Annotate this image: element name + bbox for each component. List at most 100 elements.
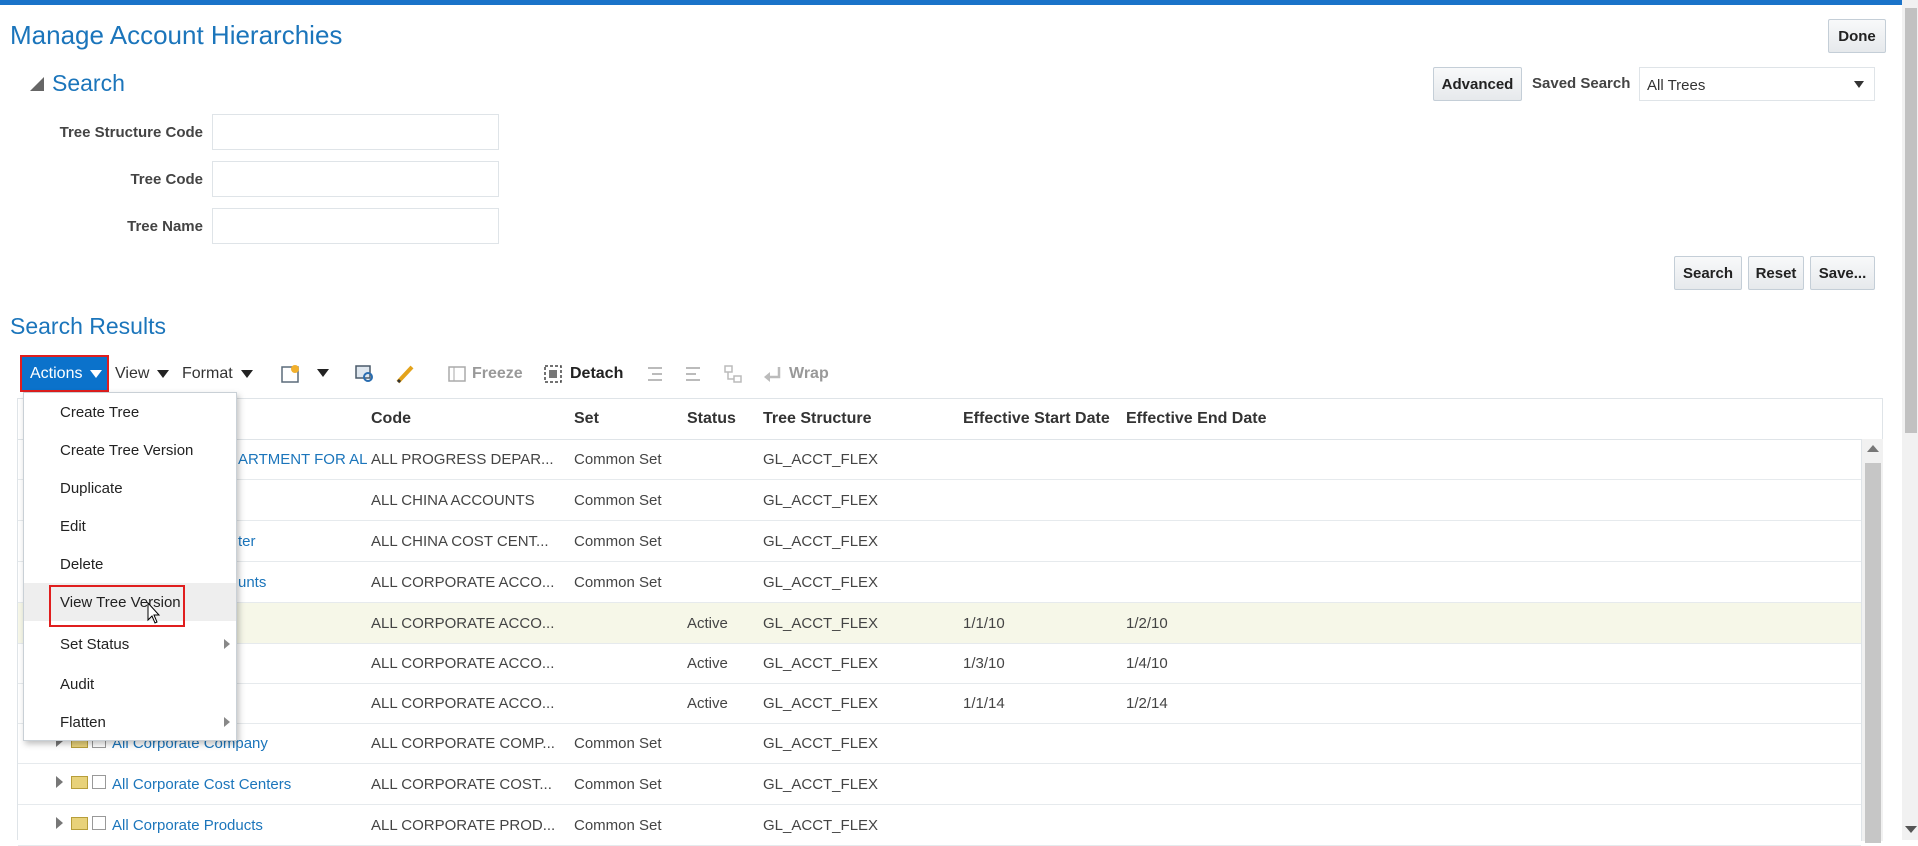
set-cell: Common Set [574, 574, 662, 591]
menu-item-audit[interactable]: Audit [24, 665, 236, 703]
start-date-cell: 1/1/10 [963, 615, 1005, 632]
detach-icon[interactable] [542, 363, 564, 385]
tree-structure-code-label: Tree Structure Code [59, 124, 203, 141]
top-accent-bar [0, 0, 1918, 5]
set-cell: Common Set [574, 817, 662, 834]
tree-structure-cell: GL_ACCT_FLEX [763, 492, 879, 509]
reset-button[interactable]: Reset [1748, 256, 1804, 290]
mouse-pointer-icon [147, 602, 161, 624]
tree-name-link[interactable]: All Corporate Cost Centers [112, 776, 291, 793]
folder-icon [71, 775, 88, 789]
start-date-cell: 1/1/14 [963, 695, 1005, 712]
code-cell: ALL CORPORATE ACCO... [371, 574, 555, 591]
menu-item-flatten[interactable]: Flatten [24, 703, 236, 741]
table-header: Code Set Status Tree Structure Effective… [18, 399, 1861, 440]
tree-name-link[interactable]: All Corporate Products [112, 817, 263, 834]
saved-search-label: Saved Search [1532, 75, 1631, 92]
tree-structure-cell: GL_ACCT_FLEX [763, 533, 879, 550]
start-date-cell: 1/3/10 [963, 655, 1005, 672]
tree-structure-code-input[interactable] [212, 114, 499, 150]
wrap-icon [764, 367, 781, 382]
expand-triangle-icon[interactable] [56, 776, 63, 788]
scrollbar-thumb[interactable] [1905, 8, 1917, 433]
menu-item-label: Audit [60, 676, 95, 693]
code-cell: ALL CORPORATE COMP... [371, 735, 555, 752]
new-row-icon[interactable] [280, 363, 302, 385]
tree-name-link[interactable]: ter [238, 533, 256, 550]
search-results-heading: Search Results [10, 313, 166, 339]
freeze-icon [448, 366, 466, 382]
column-header-effective-start-date[interactable]: Effective Start Date [963, 410, 1110, 428]
view-menu-button[interactable]: View [115, 365, 170, 383]
query-by-example-icon[interactable] [354, 363, 376, 385]
page-vertical-scrollbar[interactable] [1902, 0, 1918, 840]
table-row-selected[interactable]: ALL CORPORATE ACCO... Active GL_ACCT_FLE… [18, 603, 1861, 644]
table-row[interactable]: unts ALL CORPORATE ACCO... Common Set GL… [18, 562, 1861, 603]
table-row[interactable]: ter ALL CHINA COST CENT... Common Set GL… [18, 521, 1861, 562]
advanced-button[interactable]: Advanced [1433, 67, 1522, 101]
tree-name-input[interactable] [212, 208, 499, 244]
edit-pencil-icon[interactable] [394, 363, 416, 385]
scroll-down-icon[interactable] [1905, 826, 1917, 833]
column-header-status[interactable]: Status [687, 410, 736, 428]
column-header-code[interactable]: Code [371, 410, 411, 428]
table-vertical-scrollbar[interactable] [1861, 439, 1883, 843]
code-cell: ALL CORPORATE ACCO... [371, 655, 555, 672]
tree-structure-cell: GL_ACCT_FLEX [763, 776, 879, 793]
menu-item-edit[interactable]: Edit [24, 507, 236, 545]
end-date-cell: 1/2/14 [1126, 695, 1168, 712]
tree-name-link[interactable]: unts [238, 574, 266, 591]
expand-triangle-icon[interactable] [56, 817, 63, 829]
row-checkbox[interactable] [92, 816, 106, 830]
menu-item-label: Flatten [60, 714, 106, 731]
menu-item-set-status[interactable]: Set Status [24, 625, 236, 663]
freeze-button: Freeze [472, 365, 523, 382]
tree-code-input[interactable] [212, 161, 499, 197]
menu-item-create-tree-version[interactable]: Create Tree Version [24, 431, 236, 469]
chevron-down-icon [157, 370, 170, 378]
done-button[interactable]: Done [1828, 19, 1886, 53]
menu-item-label: Delete [60, 556, 104, 573]
table-row[interactable]: ARTMENT FOR AL ALL PROGRESS DEPAR... Com… [18, 439, 1861, 480]
table-row[interactable]: All Corporate Cost Centers ALL CORPORATE… [18, 764, 1861, 805]
set-cell: Common Set [574, 492, 662, 509]
code-cell: ALL CHINA COST CENT... [371, 533, 549, 550]
search-section-toggle[interactable]: Search [30, 70, 125, 97]
submenu-arrow-icon [224, 717, 230, 727]
detach-button[interactable]: Detach [570, 365, 623, 383]
actions-menu-button[interactable]: Actions [20, 355, 109, 392]
row-checkbox[interactable] [92, 775, 106, 789]
code-cell: ALL CORPORATE COST... [371, 776, 552, 793]
format-label: Format [182, 365, 233, 382]
set-cell: Common Set [574, 735, 662, 752]
tree-structure-cell: GL_ACCT_FLEX [763, 735, 879, 752]
scroll-up-icon[interactable] [1867, 445, 1879, 452]
chevron-down-icon [240, 370, 253, 378]
column-header-set[interactable]: Set [574, 410, 599, 428]
outdent-icon [686, 367, 700, 381]
annotation-highlight-box [49, 585, 185, 627]
column-header-effective-end-date[interactable]: Effective End Date [1126, 410, 1266, 428]
menu-item-delete[interactable]: Delete [24, 545, 236, 583]
end-date-cell: 1/4/10 [1126, 655, 1168, 672]
format-menu-button[interactable]: Format [182, 365, 253, 383]
saved-search-value: All Trees [1647, 77, 1706, 94]
menu-item-create-tree[interactable]: Create Tree [24, 393, 236, 431]
wrap-button: Wrap [789, 365, 829, 382]
table-row[interactable]: ALL CORPORATE ACCO... Active GL_ACCT_FLE… [18, 643, 1861, 684]
status-cell: Active [687, 695, 728, 712]
tree-structure-cell: GL_ACCT_FLEX [763, 574, 879, 591]
save-search-button[interactable]: Save... [1810, 256, 1875, 290]
column-header-tree-structure[interactable]: Tree Structure [763, 410, 871, 428]
chevron-down-icon[interactable] [316, 366, 330, 380]
collapse-triangle-icon [30, 76, 44, 91]
search-button[interactable]: Search [1674, 256, 1742, 290]
table-row[interactable]: ALL CORPORATE ACCO... Active GL_ACCT_FLE… [18, 683, 1861, 724]
table-row[interactable]: ALL CHINA ACCOUNTS Common Set GL_ACCT_FL… [18, 480, 1861, 521]
table-row[interactable]: All Corporate Company ALL CORPORATE COMP… [18, 723, 1861, 764]
tree-name-link[interactable]: ARTMENT FOR AL [238, 451, 368, 468]
scrollbar-thumb[interactable] [1865, 463, 1881, 843]
menu-item-duplicate[interactable]: Duplicate [24, 469, 236, 507]
saved-search-select[interactable]: All Trees [1639, 67, 1875, 101]
actions-dropdown-menu: Create Tree Create Tree Version Duplicat… [23, 392, 237, 741]
